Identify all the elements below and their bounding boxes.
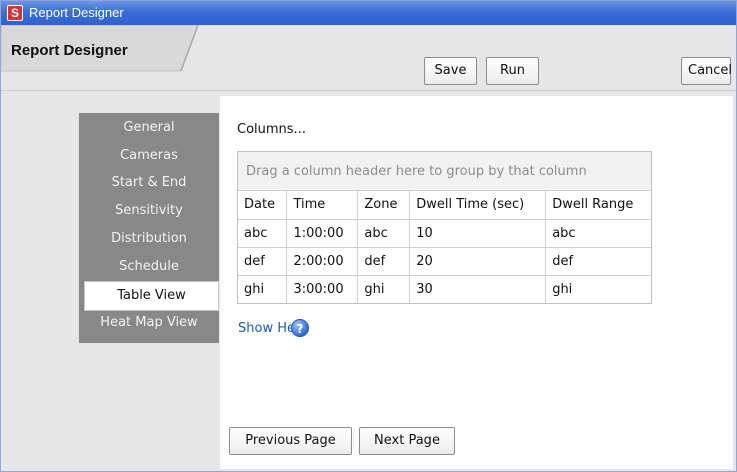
report-designer-window: S Report Designer Report Designer Save R… bbox=[0, 0, 737, 472]
sidebar-item-general[interactable]: General bbox=[79, 114, 219, 144]
data-table: Date Time Zone Dwell Time (sec) Dwell Range … bbox=[238, 191, 651, 303]
sidebar-item-schedule[interactable]: Schedule bbox=[79, 253, 219, 283]
toolbar: Report Designer Save Run Cancel bbox=[1, 25, 736, 91]
table-row[interactable]: ghi 3:00:00 ghi 30 ghi bbox=[238, 274, 651, 303]
table-cell: 1:00:00 bbox=[286, 218, 359, 248]
cancel-button[interactable]: Cancel bbox=[681, 57, 732, 85]
table-cell: abc bbox=[357, 218, 411, 248]
column-header[interactable]: Zone bbox=[357, 191, 411, 220]
table-cell: ghi bbox=[238, 274, 288, 303]
group-by-drop-area[interactable]: Drag a column header here to group by th… bbox=[238, 152, 651, 191]
table-row[interactable]: abc 1:00:00 abc 10 abc bbox=[238, 218, 651, 248]
table-cell: 3:00:00 bbox=[286, 274, 359, 303]
table-cell: def bbox=[545, 246, 651, 276]
table-cell: ghi bbox=[545, 274, 651, 303]
sidebar-item-table-view[interactable]: Table View bbox=[84, 281, 219, 311]
previous-page-button[interactable]: Previous Page bbox=[229, 427, 352, 455]
sidebar-item-cameras[interactable]: Cameras bbox=[79, 142, 219, 172]
table-row[interactable]: def 2:00:00 def 20 def bbox=[238, 246, 651, 276]
sidebar-item-sensitivity[interactable]: Sensitivity bbox=[79, 197, 219, 227]
table-cell: def bbox=[238, 246, 288, 276]
sidebar-item-heat-map-view[interactable]: Heat Map View bbox=[79, 309, 219, 339]
table-cell: 2:00:00 bbox=[286, 246, 359, 276]
save-button[interactable]: Save bbox=[424, 57, 477, 85]
help-icon[interactable]: ? bbox=[291, 319, 309, 337]
table-cell: abc bbox=[545, 218, 651, 248]
data-grid: Drag a column header here to group by th… bbox=[237, 151, 652, 304]
title-bar: S Report Designer bbox=[1, 1, 736, 25]
column-header[interactable]: Dwell Range bbox=[545, 191, 651, 220]
table-cell: ghi bbox=[357, 274, 411, 303]
next-page-button[interactable]: Next Page bbox=[359, 427, 455, 455]
columns-link[interactable]: Columns... bbox=[237, 122, 306, 137]
table-cell: 10 bbox=[409, 218, 547, 248]
column-header[interactable]: Date bbox=[238, 191, 288, 220]
table-cell: 20 bbox=[409, 246, 547, 276]
column-header[interactable]: Time bbox=[286, 191, 359, 220]
run-button[interactable]: Run bbox=[486, 57, 539, 85]
sidebar-item-distribution[interactable]: Distribution bbox=[79, 225, 219, 255]
app-logo-icon: S bbox=[7, 5, 23, 21]
window-title: Report Designer bbox=[29, 5, 124, 20]
table-header-row: Date Time Zone Dwell Time (sec) Dwell Range bbox=[238, 191, 651, 220]
table-cell: abc bbox=[238, 218, 288, 248]
table-cell: def bbox=[357, 246, 411, 276]
sidebar-item-start-end[interactable]: Start & End bbox=[79, 169, 219, 199]
table-cell: 30 bbox=[409, 274, 547, 303]
report-designer-tab: Report Designer bbox=[1, 25, 201, 75]
column-header[interactable]: Dwell Time (sec) bbox=[409, 191, 547, 220]
tab-label: Report Designer bbox=[11, 42, 128, 59]
